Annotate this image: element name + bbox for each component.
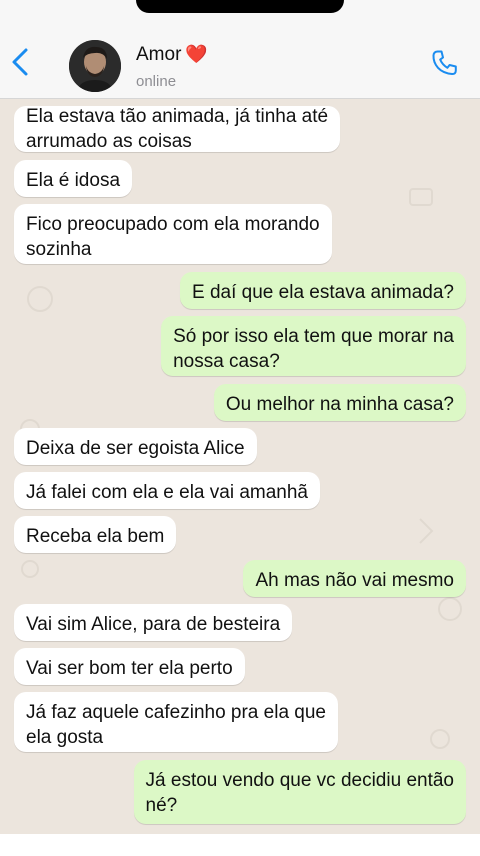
avatar[interactable] xyxy=(69,40,121,92)
chat-header: Amor ❤️ online xyxy=(0,0,480,99)
message-bubble-in: Vai sim Alice, para de besteira xyxy=(14,604,293,641)
message-text: Ah mas não vai mesmo xyxy=(255,570,454,591)
message-bubble-in: Já faz aquele cafezinho pra ela que ela … xyxy=(14,692,338,752)
message-text: Receba ela bem xyxy=(26,526,165,547)
phone-notch xyxy=(136,0,344,13)
message-bubble-out: E daí que ela estava animada? xyxy=(180,272,466,309)
message-bubble-out: Ou melhor na minha casa? xyxy=(213,384,466,421)
heart-emoji: ❤️ xyxy=(185,44,208,64)
message-text: Ela é idosa xyxy=(26,170,121,191)
message-bubble-in: Ela estava tão animada, já tinha até arr… xyxy=(14,106,341,152)
contact-name[interactable]: Amor ❤️ xyxy=(136,44,208,66)
message-bubble-in: Fico preocupado com ela morando sozinha xyxy=(14,204,332,264)
bottom-bar xyxy=(0,834,480,856)
message-text: E daí que ela estava animada? xyxy=(192,282,454,303)
message-bubble-in: Ela é idosa xyxy=(14,160,133,197)
message-bubble-in: Deixa de ser egoista Alice xyxy=(14,428,257,465)
message-text: Já faz aquele cafezinho pra ela que ela … xyxy=(26,702,326,748)
message-text: Só por isso ela tem que morar na nossa c… xyxy=(173,326,454,372)
message-bubble-in: Já falei com ela e ela vai amanhã xyxy=(14,472,320,509)
message-bubble-out: Já estou vendo que vc decidiu então né? xyxy=(133,760,466,824)
message-bubble-out: Só por isso ela tem que morar na nossa c… xyxy=(161,316,466,376)
message-text: Deixa de ser egoista Alice xyxy=(26,438,245,459)
message-text: Já estou vendo que vc decidiu então né? xyxy=(145,770,454,816)
message-bubble-out: Ah mas não vai mesmo xyxy=(243,560,466,597)
message-bubble-in: Receba ela bem xyxy=(14,516,177,553)
message-text: Fico preocupado com ela morando sozinha xyxy=(26,214,320,260)
chevron-left-icon[interactable] xyxy=(8,46,34,78)
phone-icon[interactable] xyxy=(430,48,460,78)
contact-status: online xyxy=(136,73,177,90)
message-text: Vai sim Alice, para de besteira xyxy=(26,614,281,635)
message-text: Vai ser bom ter ela perto xyxy=(26,658,233,679)
message-text: Já falei com ela e ela vai amanhã xyxy=(26,482,308,503)
message-bubble-in: Vai ser bom ter ela perto xyxy=(14,648,245,685)
message-text: Ou melhor na minha casa? xyxy=(225,394,454,415)
message-text: Ela estava tão animada, já tinha até arr… xyxy=(26,106,329,152)
